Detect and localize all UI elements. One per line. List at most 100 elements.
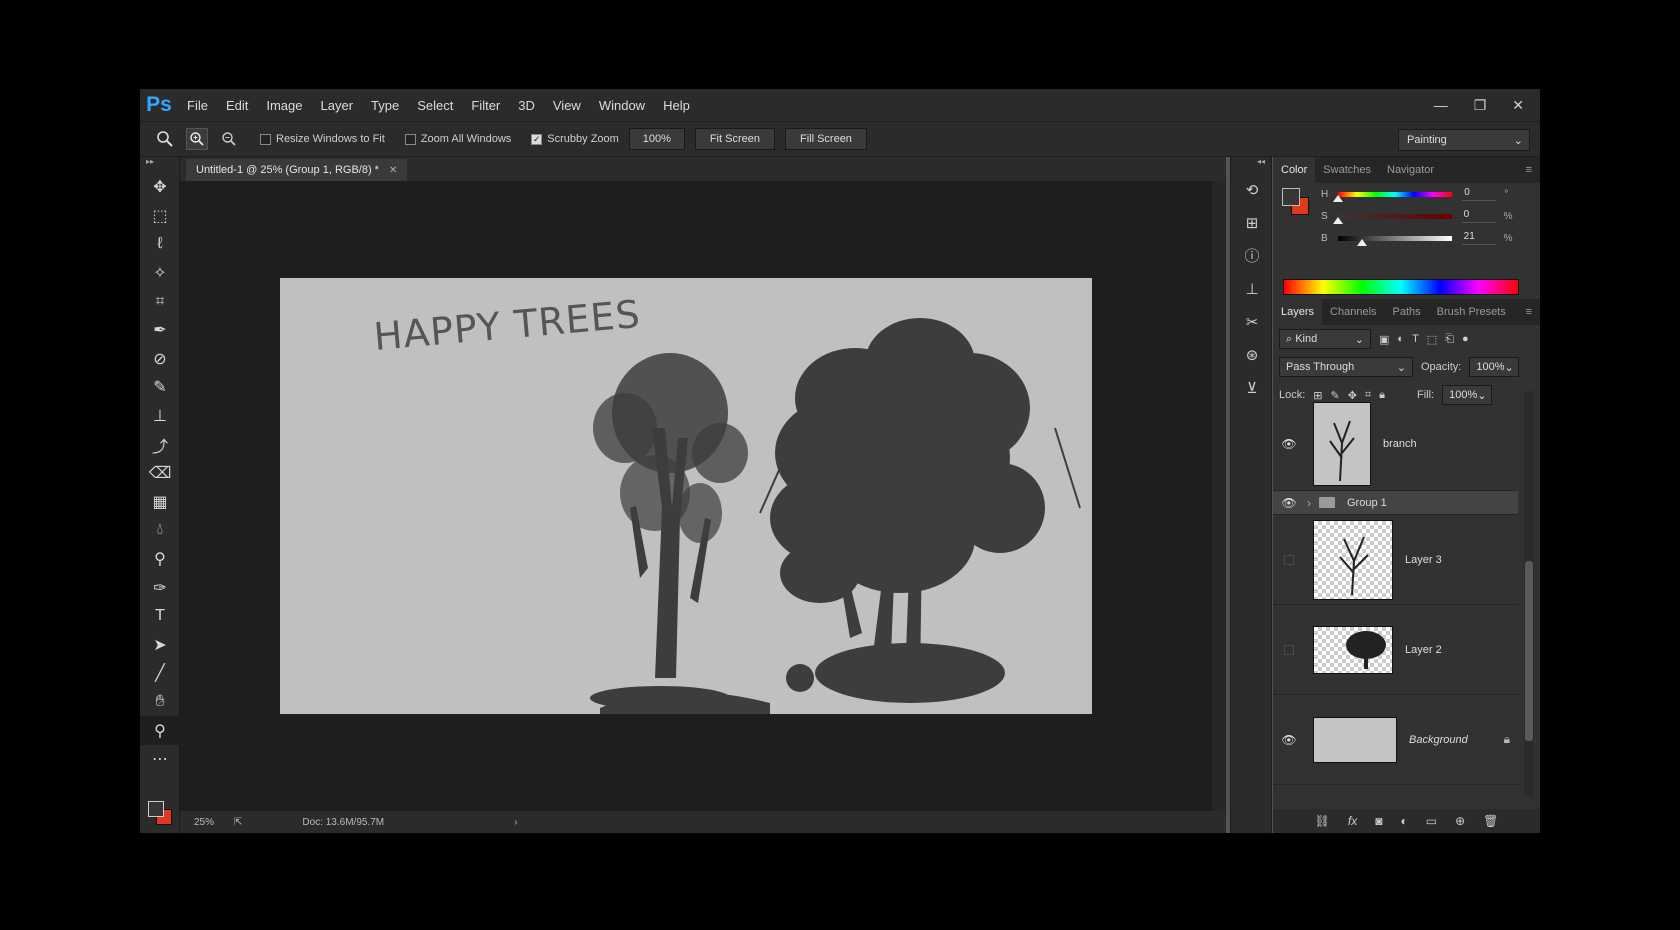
menu-type[interactable]: Type xyxy=(362,98,408,113)
type-filter-icon[interactable]: T xyxy=(1412,333,1419,345)
lasso-tool-icon[interactable]: ℓ xyxy=(140,230,180,259)
trash-icon[interactable]: 🗑︎ xyxy=(1483,814,1498,828)
tab-brush-presets[interactable]: Brush Presets xyxy=(1429,299,1514,325)
clone-stamp-tool-icon[interactable]: ⊥ xyxy=(140,402,180,431)
hue-slider[interactable]: H 0 ° xyxy=(1321,187,1508,202)
menu-select[interactable]: Select xyxy=(408,98,462,113)
libraries-icon[interactable]: ⊛ xyxy=(1231,338,1273,371)
filter-toggle-icon[interactable]: ● xyxy=(1462,333,1469,345)
collapse-toolbar-icon[interactable]: ▸▸ xyxy=(140,157,179,173)
layer-branch[interactable]: 👁︎ branch xyxy=(1273,397,1518,491)
vertical-scrollbar[interactable] xyxy=(1212,181,1226,811)
opacity-field[interactable]: 100% ⌄ xyxy=(1469,357,1520,377)
close-tab-icon[interactable]: ✕ xyxy=(389,165,397,176)
link-layers-icon[interactable]: ⛓︎ xyxy=(1315,814,1330,828)
resize-windows-checkbox[interactable]: Resize Windows to Fit xyxy=(260,133,385,145)
adjustment-filter-icon[interactable]: ◐ xyxy=(1397,333,1404,345)
visibility-toggle-empty[interactable] xyxy=(1273,554,1305,565)
tab-navigator[interactable]: Navigator xyxy=(1379,157,1442,183)
menu-edit[interactable]: Edit xyxy=(217,98,257,113)
brush-tool-icon[interactable]: ✎ xyxy=(140,373,180,402)
new-adjustment-icon[interactable]: ◐ xyxy=(1400,814,1407,828)
eyedropper-tool-icon[interactable]: ✒ xyxy=(140,316,180,345)
tool-presets-icon[interactable]: ✂ xyxy=(1231,305,1273,338)
zoom-tool-icon[interactable]: ⚲ xyxy=(140,716,180,745)
path-selection-tool-icon[interactable]: ➤ xyxy=(140,631,180,660)
mores-tool-icon[interactable]: ⋯ xyxy=(140,745,180,774)
zoom-in-icon[interactable] xyxy=(186,128,208,150)
menu-3d[interactable]: 3D xyxy=(509,98,544,113)
layer-layer-3[interactable]: Layer 3 xyxy=(1273,515,1518,605)
blend-mode-select[interactable]: Pass Through ⌄ xyxy=(1279,357,1413,377)
foreground-color-chip[interactable] xyxy=(1282,188,1300,206)
new-layer-icon[interactable]: ⊕ xyxy=(1455,814,1465,828)
collapse-dock-icon[interactable]: ◂◂ xyxy=(1231,157,1271,173)
layers-scrollbar[interactable] xyxy=(1524,391,1534,797)
clone-source-icon[interactable]: ⊥ xyxy=(1231,272,1273,305)
status-zoom[interactable]: 25% xyxy=(194,817,214,828)
zoom-out-icon[interactable] xyxy=(218,128,240,150)
menu-layer[interactable]: Layer xyxy=(312,98,363,113)
foreground-color-swatch[interactable] xyxy=(148,801,164,817)
close-icon[interactable]: ✕ xyxy=(1512,97,1524,114)
menu-help[interactable]: Help xyxy=(654,98,699,113)
crop-tool-icon[interactable]: ⌗ xyxy=(140,287,180,316)
visibility-eye-icon[interactable]: 👁︎ xyxy=(1273,437,1305,451)
type-tool-icon[interactable]: T xyxy=(140,602,180,631)
healing-brush-tool-icon[interactable]: ⊘ xyxy=(140,345,180,374)
pixel-filter-icon[interactable]: ▣ xyxy=(1379,333,1389,346)
smart-object-filter-icon[interactable]: ⎗ xyxy=(1445,333,1454,346)
slider-handle[interactable] xyxy=(1356,238,1367,246)
layer-kind-select[interactable]: ⌕ Kind ⌄ xyxy=(1279,329,1371,349)
minimize-icon[interactable]: — xyxy=(1434,97,1448,113)
zoom-all-windows-checkbox[interactable]: Zoom All Windows xyxy=(404,133,511,145)
hand-tool-icon[interactable]: ✋︎ xyxy=(140,688,180,717)
color-ramp[interactable] xyxy=(1283,279,1519,295)
new-group-icon[interactable]: ▭ xyxy=(1426,814,1437,828)
panel-menu-icon[interactable]: ≡ xyxy=(1526,164,1540,176)
move-tool-icon[interactable]: ✥ xyxy=(140,173,180,202)
shape-filter-icon[interactable]: ⬚ xyxy=(1427,333,1437,346)
workspace-select[interactable]: Painting ⌄ xyxy=(1398,129,1530,151)
layer-background[interactable]: 👁︎ Background 🔒︎ xyxy=(1273,695,1518,785)
gradient-tool-icon[interactable]: ▦ xyxy=(140,488,180,517)
restore-icon[interactable]: ❐ xyxy=(1474,97,1487,114)
line-tool-icon[interactable]: ╱ xyxy=(140,659,180,688)
pen-tool-icon[interactable]: ✑ xyxy=(140,573,180,602)
scrubby-zoom-checkbox[interactable]: ✓ Scrubby Zoom xyxy=(531,133,619,145)
color-swatches[interactable] xyxy=(146,799,174,825)
menu-view[interactable]: View xyxy=(544,98,590,113)
tab-channels[interactable]: Channels xyxy=(1322,299,1384,325)
layer-layer-2[interactable]: Layer 2 xyxy=(1273,605,1518,695)
menu-filter[interactable]: Filter xyxy=(462,98,509,113)
history-brush-tool-icon[interactable]: ⤴ xyxy=(140,430,180,459)
adjustments-icon[interactable]: ⊞ xyxy=(1231,206,1273,239)
saturation-slider[interactable]: S 0 % xyxy=(1321,209,1513,224)
eraser-tool-icon[interactable]: ⌫ xyxy=(140,459,180,488)
tab-paths[interactable]: Paths xyxy=(1385,299,1429,325)
tab-color[interactable]: Color xyxy=(1273,157,1316,183)
brushes-icon[interactable]: ⊻ xyxy=(1231,371,1273,404)
document-tab[interactable]: Untitled-1 @ 25% (Group 1, RGB/8) * ✕ xyxy=(186,159,408,181)
brightness-slider[interactable]: B 21 % xyxy=(1321,231,1513,246)
fill-screen-button[interactable]: Fill Screen xyxy=(784,128,867,150)
zoom-tool-preset-icon[interactable] xyxy=(154,128,176,150)
info-icon[interactable]: ⓘ xyxy=(1231,239,1273,272)
menu-window[interactable]: Window xyxy=(590,98,654,113)
history-icon[interactable]: ⟲ xyxy=(1231,173,1273,206)
fx-icon[interactable]: fx xyxy=(1348,814,1357,828)
add-mask-icon[interactable]: ◙ xyxy=(1375,814,1382,828)
canvas[interactable]: HAPPY TREES xyxy=(280,278,1092,714)
menu-file[interactable]: File xyxy=(178,98,217,113)
fit-screen-button[interactable]: Fit Screen xyxy=(694,128,775,150)
layer-group-1[interactable]: 👁︎ › Group 1 xyxy=(1273,491,1518,515)
layers-menu-icon[interactable]: ≡ xyxy=(1526,306,1540,318)
tab-layers[interactable]: Layers xyxy=(1273,299,1323,325)
zoom-value-field[interactable]: 100% xyxy=(628,128,685,150)
export-icon[interactable]: ⇱ xyxy=(234,817,242,828)
status-chevron-icon[interactable]: › xyxy=(514,817,517,828)
expand-chevron-icon[interactable]: › xyxy=(1307,496,1311,510)
dodge-tool-icon[interactable]: ⚲ xyxy=(140,545,180,574)
tab-swatches[interactable]: Swatches xyxy=(1315,157,1379,183)
visibility-eye-icon[interactable]: 👁︎ xyxy=(1273,496,1305,510)
